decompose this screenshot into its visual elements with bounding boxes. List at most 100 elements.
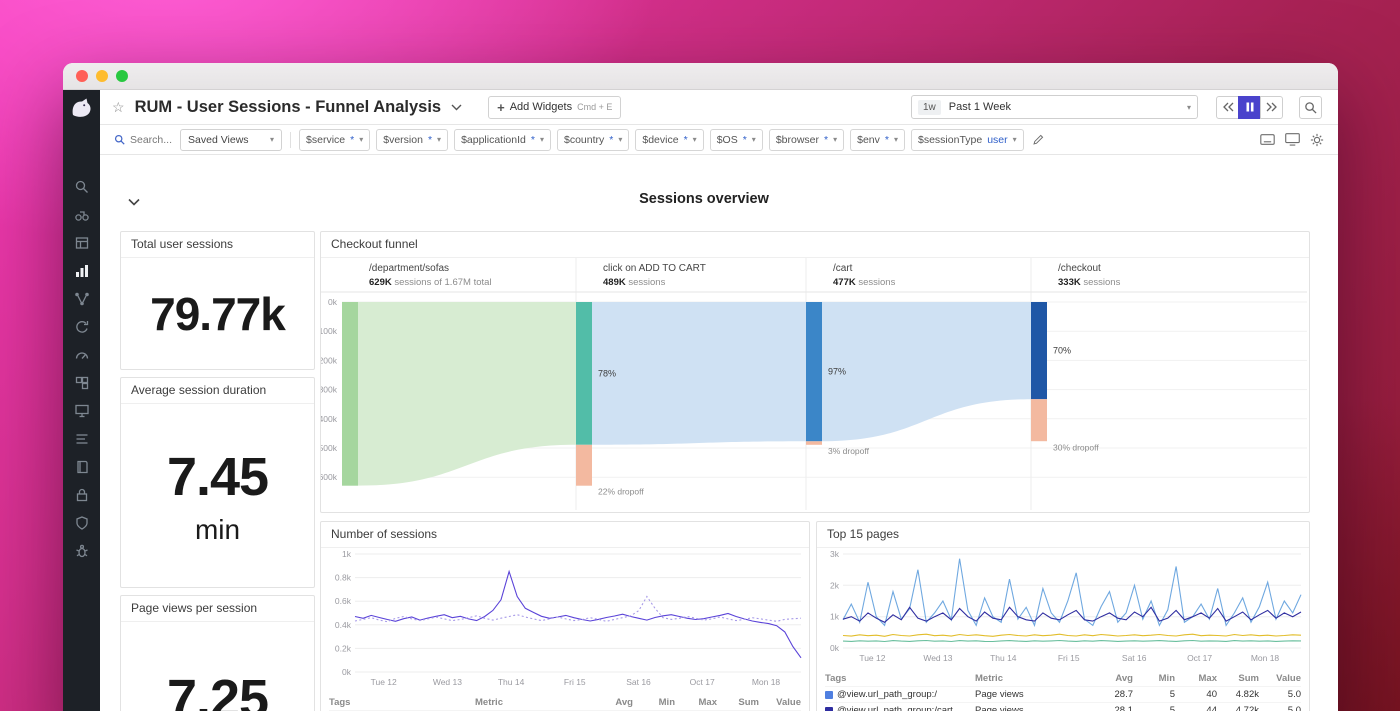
widget-average-session-duration: Average session duration 7.45 min: [120, 377, 315, 588]
series-stat: 5: [1133, 689, 1175, 700]
chevron-down-icon: ▾: [618, 135, 622, 144]
sidebar-rum-icon[interactable]: [74, 403, 90, 419]
sidebar-security-icon[interactable]: [74, 487, 90, 503]
series-color-swatch: [825, 691, 833, 699]
series-color-swatch: [825, 707, 833, 711]
svg-text:78%: 78%: [598, 368, 616, 378]
chevron-down-icon: ▾: [752, 135, 756, 144]
variable-value: *: [609, 134, 613, 146]
svg-text:333K sessions: 333K sessions: [1058, 277, 1121, 288]
tv-mode-icon[interactable]: [1285, 133, 1300, 146]
template-variable-device[interactable]: $device*▾: [635, 129, 703, 151]
sidebar-bug-icon[interactable]: [74, 543, 90, 559]
chevron-down-icon: ▾: [1013, 135, 1017, 144]
template-variable-sessionType[interactable]: $sessionTypeuser▾: [911, 129, 1024, 151]
keyboard-shortcuts-icon[interactable]: [1260, 134, 1275, 145]
sidebar-ci-icon[interactable]: [74, 319, 90, 335]
svg-text:500k: 500k: [321, 443, 338, 453]
variable-value: *: [531, 134, 535, 146]
pause-live-button[interactable]: [1238, 96, 1261, 119]
sessions-timeseries-chart[interactable]: 0k0.2k0.4k0.6k0.8k1kTue 12Wed 13Thu 14Fr…: [321, 548, 809, 695]
time-backward-button[interactable]: [1216, 96, 1239, 119]
svg-text:Sat 16: Sat 16: [626, 677, 651, 687]
legend-table-row[interactable]: @view.url_path_group:/Page views28.75404…: [825, 686, 1301, 702]
variable-value: *: [684, 134, 688, 146]
svg-text:3% dropoff: 3% dropoff: [828, 446, 870, 456]
svg-text:Sat 16: Sat 16: [1122, 653, 1147, 663]
svg-text:629K sessions of 1.67M total: 629K sessions of 1.67M total: [369, 277, 492, 288]
window-titlebar[interactable]: [63, 63, 1338, 90]
close-window-button[interactable]: [76, 70, 88, 82]
divider: [290, 132, 291, 148]
svg-text:Fri 15: Fri 15: [564, 677, 586, 687]
top-pages-timeseries-chart[interactable]: 0k1k2k3kTue 12Wed 13Thu 14Fri 15Sat 16Oc…: [817, 548, 1309, 671]
add-widgets-label: Add Widgets: [510, 101, 572, 113]
legend-table-row[interactable]: @view.url_path_group:/cartPage views28.1…: [825, 702, 1301, 711]
filter-search-input[interactable]: Search...: [114, 134, 172, 146]
template-variable-applicationId[interactable]: $applicationId*▾: [454, 129, 551, 151]
minimize-window-button[interactable]: [96, 70, 108, 82]
series-metric: Page views: [975, 705, 1091, 711]
time-forward-button[interactable]: [1260, 96, 1283, 119]
saved-views-dropdown[interactable]: Saved Views ▾: [180, 129, 282, 151]
template-variable-env[interactable]: $env*▾: [850, 129, 905, 151]
widget-page-views-per-session: Page views per session 7.25: [120, 595, 315, 711]
sessions-legend-table: TagsMetricAvgMinMaxSumValue*Last Week Se…: [321, 695, 809, 711]
sidebar-watchdog-icon[interactable]: [74, 207, 90, 223]
sidebar-search-icon[interactable]: [74, 179, 90, 195]
widget-title: Average session duration: [121, 378, 314, 404]
favorite-star-icon[interactable]: ☆: [112, 99, 125, 116]
title-dropdown-chevron-icon[interactable]: [451, 98, 462, 116]
template-variable-OS[interactable]: $OS * ▾: [710, 129, 763, 151]
template-variable-browser[interactable]: $browser*▾: [769, 129, 844, 151]
sidebar-dashboards-icon[interactable]: [74, 235, 90, 251]
double-chevron-left-icon: [1222, 102, 1234, 112]
edit-variables-pencil-icon[interactable]: [1032, 133, 1045, 146]
dashboard-header: ☆ RUM - User Sessions - Funnel Analysis …: [100, 90, 1338, 125]
filter-bar: Search... Saved Views ▾ $service*▾$versi…: [100, 125, 1338, 155]
search-dashboard-button[interactable]: [1299, 96, 1322, 119]
checkout-funnel-chart[interactable]: 0k100k200k300k400k500k600k/department/so…: [321, 258, 1309, 513]
svg-text:Tue 12: Tue 12: [859, 653, 885, 663]
sidebar-apm-icon[interactable]: [74, 291, 90, 307]
variable-value: *: [743, 134, 747, 146]
template-variable-country[interactable]: $country * ▾: [557, 129, 629, 151]
maximize-window-button[interactable]: [116, 70, 128, 82]
chevron-down-icon: ▾: [540, 135, 544, 144]
sidebar-integrations-icon[interactable]: [74, 375, 90, 391]
series-stat: 44: [1175, 705, 1217, 711]
svg-text:Oct 17: Oct 17: [1187, 653, 1212, 663]
variable-value: *: [885, 134, 889, 146]
variable-value: *: [428, 134, 432, 146]
series-stat: 40: [1175, 689, 1217, 700]
time-range-picker[interactable]: 1w Past 1 Week ▾: [911, 95, 1198, 119]
sidebar-notebooks-icon[interactable]: [74, 459, 90, 475]
settings-gear-icon[interactable]: [1310, 133, 1324, 147]
legend-table-header: TagsMetricAvgMinMaxSumValue: [825, 671, 1301, 686]
datadog-logo[interactable]: [68, 95, 96, 121]
add-widgets-button[interactable]: + Add Widgets Cmd + E: [488, 96, 621, 119]
svg-text:0.4k: 0.4k: [335, 620, 352, 630]
sidebar-logs-icon[interactable]: [74, 431, 90, 447]
svg-text:1k: 1k: [342, 549, 352, 559]
svg-text:Fri 15: Fri 15: [1058, 653, 1080, 663]
template-variable-service[interactable]: $service*▾: [299, 129, 370, 151]
time-range-short-badge: 1w: [918, 100, 941, 115]
chevron-down-icon: ▾: [437, 135, 441, 144]
variable-label: $country: [564, 134, 604, 146]
sidebar-compliance-icon[interactable]: [74, 515, 90, 531]
search-icon: [114, 134, 125, 145]
legend-table-header: TagsMetricAvgMinMaxSumValue: [329, 695, 801, 710]
svg-text:3k: 3k: [830, 549, 840, 559]
svg-text:0k: 0k: [328, 297, 338, 307]
svg-text:0.6k: 0.6k: [335, 596, 352, 606]
sidebar-monitors-icon[interactable]: [74, 347, 90, 363]
series-stat: 5.0: [1259, 689, 1301, 700]
chevron-down-icon: ▾: [359, 135, 363, 144]
template-variable-version[interactable]: $version*▾: [376, 129, 448, 151]
sidebar-metrics-icon[interactable]: [74, 263, 90, 279]
main-area: ☆ RUM - User Sessions - Funnel Analysis …: [100, 90, 1338, 711]
section-title: Sessions overview: [100, 191, 1308, 207]
variable-label: $OS: [717, 134, 738, 146]
widget-title: Total user sessions: [121, 232, 314, 258]
